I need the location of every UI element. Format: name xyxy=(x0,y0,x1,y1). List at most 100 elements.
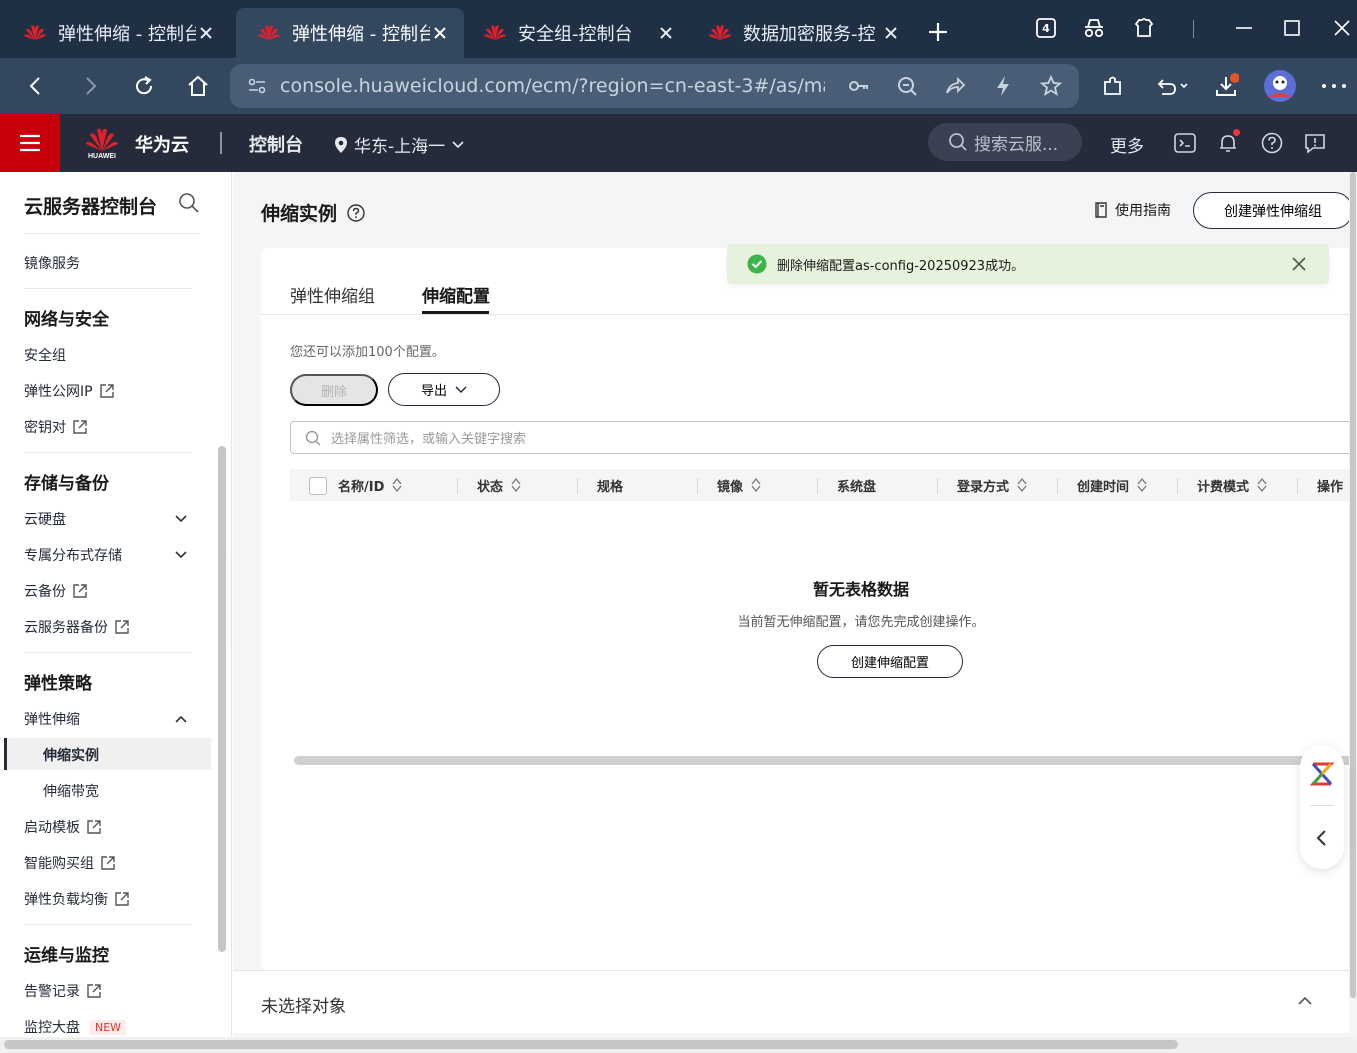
sidebar-item-label: 云备份 xyxy=(24,584,66,600)
download-icon[interactable] xyxy=(1212,72,1240,100)
close-icon[interactable] xyxy=(196,23,216,43)
column-login-mode[interactable]: 登录方式 xyxy=(957,469,1027,501)
home-icon[interactable] xyxy=(184,72,212,100)
url-field[interactable]: console.huaweicloud.com/ecm/?region=cn-e… xyxy=(230,64,1079,108)
sidebar-item-alarm[interactable]: 告警记录 xyxy=(24,981,102,1001)
search-placeholder: 搜索云服... xyxy=(974,134,1059,155)
filter-search-input[interactable]: 选择属性筛选，或输入关键字搜索 xyxy=(290,421,1357,454)
tab-as-config[interactable]: 伸缩配置 xyxy=(422,282,490,307)
sidebar-item-dashboard[interactable]: 监控大盘 NEW xyxy=(24,1017,127,1037)
search-icon[interactable] xyxy=(178,192,200,214)
menu-icon[interactable] xyxy=(0,114,60,172)
column-name-id[interactable]: 名称/ID xyxy=(338,469,402,501)
help-icon[interactable] xyxy=(1260,131,1284,155)
sidebar-title: 云服务器控制台 xyxy=(24,196,158,218)
minimize-icon[interactable] xyxy=(1232,16,1256,40)
global-search-input[interactable]: 搜索云服... xyxy=(928,123,1082,161)
chevron-up-icon[interactable] xyxy=(1295,991,1315,1011)
close-icon[interactable] xyxy=(1291,256,1307,272)
maximize-icon[interactable] xyxy=(1280,16,1304,40)
sort-icon xyxy=(1257,477,1267,493)
column-image[interactable]: 镜像 xyxy=(717,469,761,501)
page-vertical-scrollbar[interactable] xyxy=(1350,172,1356,998)
forward-icon[interactable] xyxy=(76,72,104,100)
column-divider xyxy=(457,478,458,494)
delete-button[interactable]: 删除 xyxy=(290,374,378,406)
more-menu[interactable]: 更多 xyxy=(1110,132,1144,157)
sidebar-item-as-instance[interactable]: 伸缩实例 xyxy=(43,745,99,765)
column-divider xyxy=(817,478,818,494)
usage-guide-link[interactable]: 使用指南 xyxy=(1093,200,1171,220)
assistant-logo-icon[interactable] xyxy=(1310,761,1334,787)
tab-title: 弹性伸缩 - 控制台 xyxy=(292,24,430,45)
sidebar-item-keypair[interactable]: 密钥对 xyxy=(24,417,88,437)
avatar[interactable] xyxy=(1263,69,1297,103)
sidebar-item-csbs[interactable]: 云服务器备份 xyxy=(24,617,130,637)
feedback-icon[interactable] xyxy=(1303,131,1327,155)
extension-icon[interactable] xyxy=(1132,16,1156,40)
undo-dropdown-icon[interactable] xyxy=(1152,72,1192,100)
sidebar-item-cbr[interactable]: 云备份 xyxy=(24,581,88,601)
sidebar-item-smart-buy[interactable]: 智能购买组 xyxy=(24,853,116,873)
tab-title: 安全组-控制台 xyxy=(518,24,633,45)
lightning-icon[interactable] xyxy=(990,73,1016,99)
share-icon[interactable] xyxy=(942,73,968,99)
sidebar-item-evs[interactable]: 云硬盘 xyxy=(24,509,66,529)
sidebar-item-launch-template[interactable]: 启动模板 xyxy=(24,817,102,837)
key-icon[interactable] xyxy=(846,73,872,99)
close-icon[interactable] xyxy=(656,23,676,43)
sidebar-item-dss[interactable]: 专属分布式存储 xyxy=(24,545,122,565)
browser-tab-bar: 弹性伸缩 - 控制台 弹性伸缩 - 控制台 安全组-控制台 数据加密服务-控 4 xyxy=(0,0,1357,58)
incognito-icon[interactable] xyxy=(1082,16,1106,40)
column-created-time[interactable]: 创建时间 xyxy=(1077,469,1147,501)
column-status[interactable]: 状态 xyxy=(477,469,521,501)
star-icon[interactable] xyxy=(1038,73,1064,99)
floating-panel-divider xyxy=(1310,805,1334,806)
window-close-icon[interactable] xyxy=(1330,16,1354,40)
browser-tab-2[interactable]: 弹性伸缩 - 控制台 xyxy=(236,8,464,58)
export-button[interactable]: 导出 xyxy=(388,373,500,406)
sort-icon xyxy=(392,477,402,493)
tab-actions-icon[interactable]: 4 xyxy=(1034,16,1058,40)
create-as-group-button[interactable]: 创建弹性伸缩组 xyxy=(1193,192,1353,229)
zoom-out-icon[interactable] xyxy=(894,73,920,99)
sidebar-item-as-bandwidth[interactable]: 伸缩带宽 xyxy=(43,781,99,801)
chevron-down-icon[interactable] xyxy=(172,510,190,528)
extensions-icon[interactable] xyxy=(1099,72,1127,100)
select-all-checkbox[interactable] xyxy=(309,477,327,495)
sidebar-item-elb[interactable]: 弹性负载均衡 xyxy=(24,889,130,909)
browser-tab-1[interactable]: 弹性伸缩 - 控制台 xyxy=(2,8,230,58)
more-options-icon[interactable] xyxy=(1320,72,1348,100)
chevron-down-icon[interactable] xyxy=(172,546,190,564)
sidebar-item-as[interactable]: 弹性伸缩 xyxy=(24,709,80,729)
create-as-config-button[interactable]: 创建伸缩配置 xyxy=(817,645,963,678)
chevron-up-icon[interactable] xyxy=(172,710,190,728)
huawei-logo[interactable]: HUAWEI xyxy=(84,124,120,164)
back-icon[interactable] xyxy=(22,72,50,100)
tab-as-group[interactable]: 弹性伸缩组 xyxy=(290,282,375,307)
sidebar-item-label: 智能购买组 xyxy=(24,856,94,872)
table-horizontal-scrollbar[interactable] xyxy=(294,756,1357,765)
sidebar-item-image-service[interactable]: 镜像服务 xyxy=(24,253,80,273)
new-tab-plus-icon[interactable] xyxy=(924,18,952,46)
console-link[interactable]: 控制台 xyxy=(249,131,303,157)
sidebar-scrollbar[interactable] xyxy=(218,446,226,952)
chevron-left-icon[interactable] xyxy=(1314,829,1330,847)
titlebar-divider xyxy=(1193,20,1194,38)
region-selector[interactable]: 华东-上海一 xyxy=(334,132,465,157)
close-icon[interactable] xyxy=(430,23,450,43)
column-billing-mode[interactable]: 计费模式 xyxy=(1197,469,1267,501)
reload-icon[interactable] xyxy=(130,72,158,100)
site-settings-icon[interactable] xyxy=(244,73,270,99)
sidebar-item-eip[interactable]: 弹性公网IP xyxy=(24,381,115,401)
brand-name[interactable]: 华为云 xyxy=(135,131,189,157)
page-horizontal-scrollbar[interactable] xyxy=(4,1040,1178,1049)
browser-tab-3[interactable]: 安全组-控制台 xyxy=(462,8,690,58)
notification-bell-icon[interactable] xyxy=(1216,129,1240,155)
close-icon[interactable] xyxy=(881,23,901,43)
cloud-shell-icon[interactable] xyxy=(1173,131,1197,155)
toast-message: 删除伸缩配置as-config-20250923成功。 xyxy=(777,258,1025,274)
sidebar-item-security-group[interactable]: 安全组 xyxy=(24,345,66,365)
help-icon[interactable] xyxy=(347,203,365,222)
browser-tab-4[interactable]: 数据加密服务-控 xyxy=(687,8,915,58)
